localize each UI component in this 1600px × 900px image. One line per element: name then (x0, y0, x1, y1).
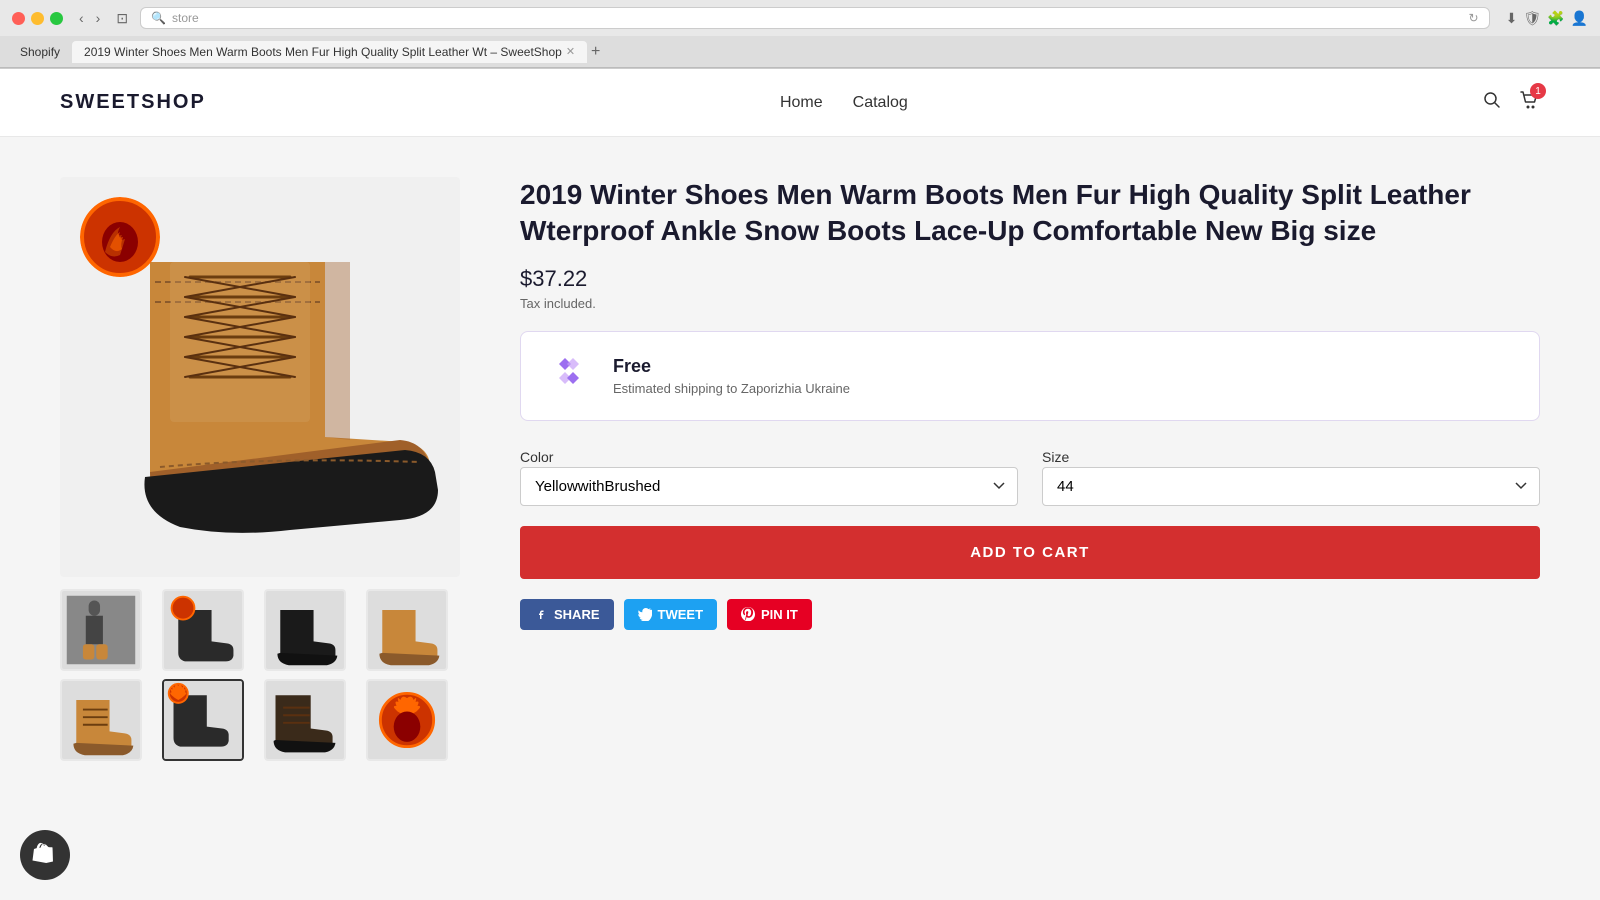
size-option-group: Size 38 39 40 41 42 43 44 45 46 47 (1042, 449, 1540, 506)
share-twitter-button[interactable]: TWEET (624, 599, 718, 630)
product-title: 2019 Winter Shoes Men Warm Boots Men Fur… (520, 177, 1540, 250)
tab-product[interactable]: 2019 Winter Shoes Men Warm Boots Men Fur… (72, 41, 587, 63)
sidebar-button[interactable]: ⊡ (112, 8, 132, 29)
twitter-icon (638, 607, 652, 621)
diamond-icon (545, 352, 593, 400)
main-product-image (60, 177, 460, 577)
color-label: Color (520, 449, 553, 465)
add-to-cart-button[interactable]: ADD TO CART (520, 526, 1540, 579)
shipping-info: Free Estimated shipping to Zaporizhia Uk… (613, 356, 1515, 396)
search-icon (1482, 90, 1502, 110)
browser-chrome: ‹ › ⊡ 🔍 store ↻ ⬇ 🛡 🧩 👤 Shopify 2019 Win… (0, 0, 1600, 69)
store-nav: Home Catalog (780, 94, 908, 112)
color-option-group: Color YellowwithBrushed BlackwithBrushed… (520, 449, 1018, 506)
forward-button[interactable]: › (92, 8, 105, 28)
nav-home[interactable]: Home (780, 94, 823, 112)
thumbnail-2[interactable] (162, 589, 244, 671)
shopify-icon (32, 842, 58, 868)
nav-catalog[interactable]: Catalog (853, 94, 908, 112)
extensions-icon[interactable]: 🧩 (1547, 10, 1564, 27)
tab-label: Shopify (20, 45, 60, 59)
shipping-detail: Estimated shipping to Zaporizhia Ukraine (613, 381, 1515, 396)
size-label: Size (1042, 449, 1069, 465)
tab-shopify[interactable]: Shopify (8, 41, 72, 63)
color-select[interactable]: YellowwithBrushed BlackwithBrushed DarkB… (520, 467, 1018, 506)
cart-button[interactable]: 1 (1518, 89, 1540, 116)
shipping-box: Free Estimated shipping to Zaporizhia Uk… (520, 331, 1540, 421)
title-bar: ‹ › ⊡ 🔍 store ↻ ⬇ 🛡 🧩 👤 (0, 0, 1600, 36)
thumbnail-5[interactable] (60, 679, 142, 761)
browser-actions: ⬇ 🛡 🧩 👤 (1506, 10, 1588, 27)
thumbnail-7[interactable] (264, 679, 346, 761)
shipping-free: Free (613, 356, 1515, 377)
shield-icon[interactable]: 🛡 (1523, 10, 1541, 27)
address-text: store (172, 11, 199, 25)
tab-label-active: 2019 Winter Shoes Men Warm Boots Men Fur… (84, 45, 562, 59)
social-share: SHARE TWEET PIN IT (520, 599, 1540, 630)
traffic-lights (12, 12, 63, 25)
website: SWEETSHOP Home Catalog 1 (0, 69, 1600, 801)
share-facebook-label: SHARE (554, 607, 600, 622)
address-bar[interactable]: 🔍 store ↻ (140, 7, 1490, 29)
store-header: SWEETSHOP Home Catalog 1 (0, 69, 1600, 137)
thumbnail-3[interactable] (264, 589, 346, 671)
new-tab-button[interactable]: + (591, 43, 600, 61)
reload-icon[interactable]: ↻ (1469, 11, 1479, 25)
download-icon[interactable]: ⬇ (1506, 10, 1518, 27)
size-select[interactable]: 38 39 40 41 42 43 44 45 46 47 (1042, 467, 1540, 506)
maximize-button[interactable] (50, 12, 63, 25)
thumbnail-8[interactable] (366, 679, 448, 761)
thumbnail-1[interactable] (60, 589, 142, 671)
options-row: Color YellowwithBrushed BlackwithBrushed… (520, 449, 1540, 506)
close-icon[interactable]: ✕ (566, 45, 575, 58)
profile-icon[interactable]: 👤 (1571, 10, 1588, 27)
store-logo: SWEETSHOP (60, 91, 206, 114)
product-details: 2019 Winter Shoes Men Warm Boots Men Fur… (520, 177, 1540, 761)
header-icons: 1 (1482, 89, 1540, 116)
search-button[interactable] (1482, 90, 1502, 115)
facebook-icon (534, 607, 548, 621)
share-twitter-label: TWEET (658, 607, 704, 622)
close-button[interactable] (12, 12, 25, 25)
cart-count: 1 (1530, 83, 1546, 99)
thumbnail-6[interactable] (162, 679, 244, 761)
pinterest-icon (741, 607, 755, 621)
fire-badge (80, 197, 160, 277)
shipping-icon (545, 352, 593, 400)
share-pinterest-button[interactable]: PIN IT (727, 599, 812, 630)
thumbnail-grid (60, 589, 460, 761)
back-button[interactable]: ‹ (75, 8, 88, 28)
share-facebook-button[interactable]: SHARE (520, 599, 614, 630)
product-images (60, 177, 460, 761)
main-content: 2019 Winter Shoes Men Warm Boots Men Fur… (0, 137, 1600, 801)
minimize-button[interactable] (31, 12, 44, 25)
tax-note: Tax included. (520, 296, 1540, 311)
product-price: $37.22 (520, 266, 1540, 292)
nav-buttons: ‹ › (75, 8, 104, 28)
share-pinterest-label: PIN IT (761, 607, 798, 622)
search-icon: 🔍 (151, 11, 166, 25)
shopify-badge[interactable] (20, 830, 70, 880)
thumbnail-4[interactable] (366, 589, 448, 671)
tab-bar: Shopify 2019 Winter Shoes Men Warm Boots… (0, 36, 1600, 68)
